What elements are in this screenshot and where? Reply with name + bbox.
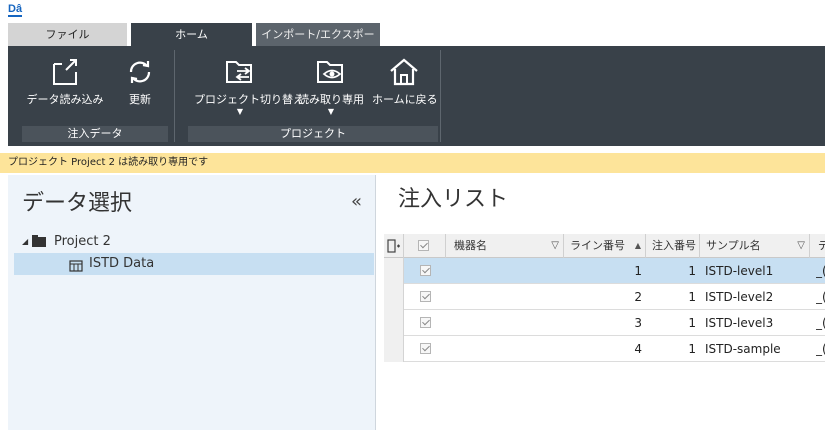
sort-ascending-icon[interactable]: ▲ <box>635 234 641 258</box>
cell-truncated: _( <box>816 342 825 356</box>
dataset-icon <box>69 258 83 280</box>
row-gutter[interactable] <box>384 336 404 362</box>
column-header-line-no[interactable]: ライン番号 ▲ <box>564 234 646 258</box>
tree-item-label: ISTD Data <box>89 256 155 271</box>
ribbon-separator <box>174 50 175 142</box>
tab-home[interactable]: ホーム <box>131 23 252 46</box>
folder-switch-icon <box>226 61 252 83</box>
column-header-injection-no[interactable]: 注入番号 <box>646 234 700 258</box>
cell-line-no: 2 <box>634 290 642 304</box>
row-checkbox[interactable] <box>420 317 431 328</box>
row-checkbox[interactable] <box>420 265 431 276</box>
read-only-label: 読み取り専用 <box>298 93 364 106</box>
cell-truncated: _( <box>816 290 825 304</box>
refresh-button[interactable]: 更新 <box>116 56 164 118</box>
column-chooser-icon[interactable] <box>384 234 404 258</box>
title-bar: Dâ <box>0 0 825 22</box>
app-window: Dâ ファイル ホーム インポート/エクスポート データ読み込み 更新 <box>0 0 825 430</box>
go-home-label: ホームに戻る <box>372 93 438 106</box>
group-label-project: プロジェクト <box>188 126 438 142</box>
injection-list-panel: 注入リスト 機器名 ▽ ライン番号 ▲ 注入番号 サンプル名 ▽ デ 1 1 I… <box>384 175 825 430</box>
expand-arrow-icon[interactable]: ◢ <box>22 231 28 253</box>
row-checkbox[interactable] <box>420 291 431 302</box>
switch-project-label: プロジェクト切り替え <box>194 93 304 106</box>
folder-icon <box>32 235 46 247</box>
export-file-icon <box>53 59 77 85</box>
column-label: 注入番号 <box>652 239 696 252</box>
group-label-injection-data: 注入データ <box>22 126 168 142</box>
select-all-checkbox[interactable] <box>418 240 429 251</box>
row-gutter[interactable] <box>384 310 404 336</box>
injection-grid: 機器名 ▽ ライン番号 ▲ 注入番号 サンプル名 ▽ デ 1 1 ISTD-le… <box>384 234 825 362</box>
cell-injection-no: 1 <box>688 264 696 278</box>
panel-title: データ選択 <box>22 191 133 216</box>
data-selection-panel: データ選択 « ◢ Project 2 ISTD Data <box>8 175 376 430</box>
column-header-sample[interactable]: サンプル名 ▽ <box>700 234 810 258</box>
data-load-button[interactable]: データ読み込み <box>22 56 108 118</box>
cell-truncated: _( <box>816 316 825 330</box>
read-only-button[interactable]: 読み取り専用 ▼ <box>296 56 366 118</box>
table-row[interactable]: 2 1 ISTD-level2 _( <box>384 284 825 310</box>
filter-icon[interactable]: ▽ <box>797 234 805 258</box>
chevron-down-icon: ▼ <box>327 107 335 116</box>
grid-body: 1 1 ISTD-level1 _( 2 1 ISTD-level2 _( 3 1 ISTD-lev… <box>384 258 825 362</box>
refresh-label: 更新 <box>129 93 151 106</box>
app-logo: Dâ <box>8 3 23 17</box>
tree-item-label: Project 2 <box>54 234 111 249</box>
column-header-more[interactable]: デ <box>810 234 825 258</box>
cell-injection-no: 1 <box>688 316 696 330</box>
column-label: デ <box>818 239 825 252</box>
chevron-down-icon: ▼ <box>236 107 244 116</box>
ribbon-tab-bar: ファイル ホーム インポート/エクスポート <box>0 22 825 64</box>
grid-header: 機器名 ▽ ライン番号 ▲ 注入番号 サンプル名 ▽ デ <box>384 234 825 258</box>
column-header-instrument[interactable]: 機器名 ▽ <box>446 234 564 258</box>
go-home-button[interactable]: ホームに戻る <box>372 56 438 118</box>
cell-sample-name: ISTD-sample <box>705 342 781 356</box>
panel-title: 注入リスト <box>398 187 509 212</box>
column-label: ライン番号 <box>570 239 625 252</box>
cell-injection-no: 1 <box>688 342 696 356</box>
home-icon <box>390 58 418 86</box>
project-tree: ◢ Project 2 ISTD Data <box>14 231 374 275</box>
cell-line-no: 1 <box>634 264 642 278</box>
cell-sample-name: ISTD-level3 <box>705 316 774 330</box>
select-all-header[interactable] <box>404 234 446 258</box>
filter-icon[interactable]: ▽ <box>551 234 559 258</box>
data-load-label: データ読み込み <box>26 93 104 106</box>
row-gutter[interactable] <box>384 284 404 310</box>
cell-injection-no: 1 <box>688 290 696 304</box>
cell-sample-name: ISTD-level2 <box>705 290 774 304</box>
ribbon: データ読み込み 更新 プロジェクト切り替え ▼ 読み取り専用 ▼ ホームに戻る … <box>8 46 825 146</box>
cell-sample-name: ISTD-level1 <box>705 264 774 278</box>
ribbon-separator <box>440 50 441 142</box>
collapse-panel-button[interactable]: « <box>351 191 362 212</box>
tree-item-dataset[interactable]: ISTD Data <box>14 253 374 275</box>
cell-line-no: 4 <box>634 342 642 356</box>
column-label: サンプル名 <box>706 239 761 252</box>
cell-line-no: 3 <box>634 316 642 330</box>
row-gutter[interactable] <box>384 258 404 284</box>
tree-item-project[interactable]: ◢ Project 2 <box>14 231 374 253</box>
cell-truncated: _( <box>816 264 825 278</box>
read-only-notice: プロジェクト Project 2 は読み取り専用です <box>0 153 825 173</box>
row-checkbox[interactable] <box>420 343 431 354</box>
tab-import-export[interactable]: インポート/エクスポート <box>256 23 380 64</box>
tab-file[interactable]: ファイル <box>8 23 127 46</box>
refresh-icon <box>129 61 151 83</box>
column-label: 機器名 <box>454 239 487 252</box>
table-row[interactable]: 4 1 ISTD-sample _( <box>384 336 825 362</box>
table-row[interactable]: 1 1 ISTD-level1 _( <box>384 258 825 284</box>
table-row[interactable]: 3 1 ISTD-level3 _( <box>384 310 825 336</box>
switch-project-button[interactable]: プロジェクト切り替え ▼ <box>194 56 304 118</box>
folder-eye-icon <box>317 61 343 83</box>
